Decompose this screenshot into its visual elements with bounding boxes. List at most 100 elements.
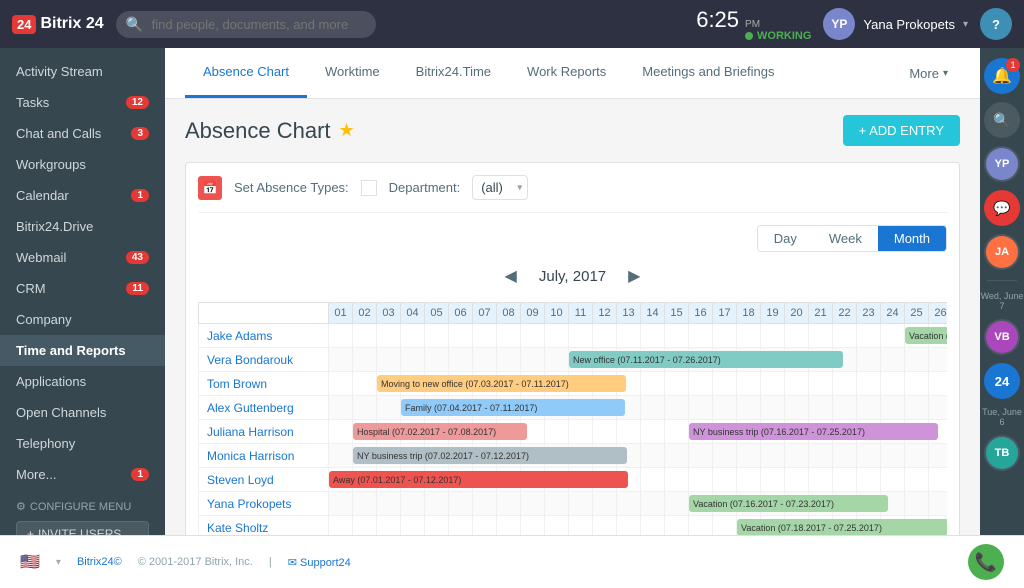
day-cell	[353, 516, 377, 536]
user-avatar-2[interactable]: JA	[984, 234, 1020, 270]
day-cell	[329, 516, 353, 536]
prev-month-button[interactable]: ◀	[499, 264, 523, 288]
tabs: Absence ChartWorktimeBitrix24.TimeWork R…	[185, 48, 793, 98]
day-cell	[929, 492, 948, 516]
department-select[interactable]: (all)	[472, 175, 528, 200]
help-button[interactable]: ?	[980, 8, 1012, 40]
event-bar[interactable]: Vacation (07.16.2017 - 07.23.2017)	[689, 495, 888, 512]
tab-meetings-briefings[interactable]: Meetings and Briefings	[624, 48, 792, 98]
avatar: YP	[823, 8, 855, 40]
add-entry-button[interactable]: + ADD ENTRY	[843, 115, 960, 146]
view-day-button[interactable]: Day	[758, 226, 813, 251]
tab-absence-chart[interactable]: Absence Chart	[185, 48, 307, 98]
day-cell	[857, 348, 881, 372]
search-input[interactable]	[116, 11, 376, 38]
sidebar-item-label: Company	[16, 312, 72, 327]
sidebar-item-activity-stream[interactable]: Activity Stream	[0, 56, 165, 87]
day-cell	[593, 324, 617, 348]
event-bar[interactable]: New office (07.11.2017 - 07.26.2017)	[569, 351, 843, 368]
event-bar[interactable]: Vacation (07.18.2017 - 07.25.2017)	[737, 519, 947, 535]
day-cell	[857, 468, 881, 492]
event-bar[interactable]: Family (07.04.2017 - 07.11.2017)	[401, 399, 625, 416]
person-name[interactable]: Steven Loyd	[199, 468, 329, 492]
footer: 🇺🇸 ▾ Bitrix24© © 2001-2017 Bitrix, Inc. …	[0, 535, 1024, 588]
event-bar[interactable]: Away (07.01.2017 - 07.12.2017)	[329, 471, 628, 488]
sidebar-item-webmail[interactable]: Webmail43	[0, 242, 165, 273]
bitrix-button[interactable]: 24	[984, 363, 1020, 399]
day-cell	[425, 324, 449, 348]
day-cell	[329, 396, 353, 420]
day-cell	[545, 492, 569, 516]
absence-table: 0102030405060708091011121314151617181920…	[198, 302, 947, 535]
search-icon: 🔍	[993, 112, 1010, 129]
search-wrap: 🔍	[116, 11, 376, 38]
day-cell	[665, 516, 689, 536]
invite-users-button[interactable]: + INVITE USERS	[16, 521, 149, 535]
person-name[interactable]: Alex Guttenberg	[199, 396, 329, 420]
sidebar-item-workgroups[interactable]: Workgroups	[0, 149, 165, 180]
sidebar-item-applications[interactable]: Applications	[0, 366, 165, 397]
calendar-icon: 📅	[203, 181, 218, 195]
support-text: Support24	[300, 557, 351, 569]
sidebar-footer: ⚙ CONFIGURE MENU + INVITE USERS	[0, 490, 165, 535]
view-month-button[interactable]: Month	[878, 226, 946, 251]
person-name[interactable]: Tom Brown	[199, 372, 329, 396]
chat-button[interactable]: 💬	[984, 190, 1020, 226]
day-cell	[353, 324, 377, 348]
day-header-17: 17	[713, 303, 737, 324]
tab-more[interactable]: More ▾	[897, 50, 960, 97]
day-cell: New office (07.11.2017 - 07.26.2017)	[569, 348, 593, 372]
day-cell	[713, 468, 737, 492]
person-name[interactable]: Monica Harrison	[199, 444, 329, 468]
notifications-button[interactable]: 🔔 1	[984, 58, 1020, 94]
tab-bitrix24time[interactable]: Bitrix24.Time	[398, 48, 509, 98]
user-avatar-4[interactable]: TB	[984, 435, 1020, 471]
person-name[interactable]: Juliana Harrison	[199, 420, 329, 444]
table-row: Jake Adams Vacation (07.25.2017 - 07.31.2…	[199, 324, 948, 348]
person-name[interactable]: Kate Sholtz	[199, 516, 329, 536]
sidebar-item-bitrix24drive[interactable]: Bitrix24.Drive	[0, 211, 165, 242]
person-name[interactable]: Jake Adams	[199, 324, 329, 348]
sidebar-item-crm[interactable]: CRM11	[0, 273, 165, 304]
day-cell	[329, 444, 353, 468]
day-cell	[905, 372, 929, 396]
working-text: WORKING	[757, 30, 811, 42]
configure-menu[interactable]: ⚙ CONFIGURE MENU	[16, 500, 149, 513]
sidebar-item-tasks[interactable]: Tasks12	[0, 87, 165, 118]
day-cell	[641, 468, 665, 492]
phone-button[interactable]: 📞	[968, 544, 1004, 580]
search-button[interactable]: 🔍	[984, 102, 1020, 138]
day-cell	[569, 492, 593, 516]
sidebar-item-more[interactable]: More...1	[0, 459, 165, 490]
day-cell	[425, 348, 449, 372]
support-link[interactable]: ✉ Support24	[288, 556, 351, 569]
view-week-button[interactable]: Week	[813, 226, 878, 251]
event-bar[interactable]: NY business trip (07.02.2017 - 07.12.201…	[353, 447, 627, 464]
tab-work-reports[interactable]: Work Reports	[509, 48, 624, 98]
sidebar-item-company[interactable]: Company	[0, 304, 165, 335]
day-header-05: 05	[425, 303, 449, 324]
tab-worktime[interactable]: Worktime	[307, 48, 398, 98]
event-bar[interactable]: Moving to new office (07.03.2017 - 07.11…	[377, 375, 626, 392]
sidebar-item-chat-calls[interactable]: Chat and Calls3	[0, 118, 165, 149]
sidebar-item-open-channels[interactable]: Open Channels	[0, 397, 165, 428]
divider	[987, 280, 1017, 281]
event-bar[interactable]: Hospital (07.02.2017 - 07.08.2017)	[353, 423, 527, 440]
event-bar[interactable]: NY business trip (07.16.2017 - 07.25.201…	[689, 423, 938, 440]
day-cell	[833, 324, 857, 348]
day-cell	[761, 372, 785, 396]
next-month-button[interactable]: ▶	[622, 264, 646, 288]
day-cell	[377, 348, 401, 372]
sidebar-item-telephony[interactable]: Telephony	[0, 428, 165, 459]
sidebar-item-time-reports[interactable]: Time and Reports	[0, 335, 165, 366]
person-name[interactable]: Yana Prokopets	[199, 492, 329, 516]
sidebar-nav: Activity StreamTasks12Chat and Calls3Wor…	[0, 56, 165, 490]
person-name[interactable]: Vera Bondarouk	[199, 348, 329, 372]
user-info[interactable]: YP Yana Prokopets ▾	[823, 8, 968, 40]
star-icon[interactable]: ★	[339, 120, 355, 141]
sidebar-item-calendar[interactable]: Calendar1	[0, 180, 165, 211]
user-avatar-3[interactable]: VB	[984, 319, 1020, 355]
user-avatar-1[interactable]: YP	[984, 146, 1020, 182]
event-bar[interactable]: Vacation (07.25.2017 - 07.31.2017)	[905, 327, 947, 344]
day-cell	[545, 324, 569, 348]
